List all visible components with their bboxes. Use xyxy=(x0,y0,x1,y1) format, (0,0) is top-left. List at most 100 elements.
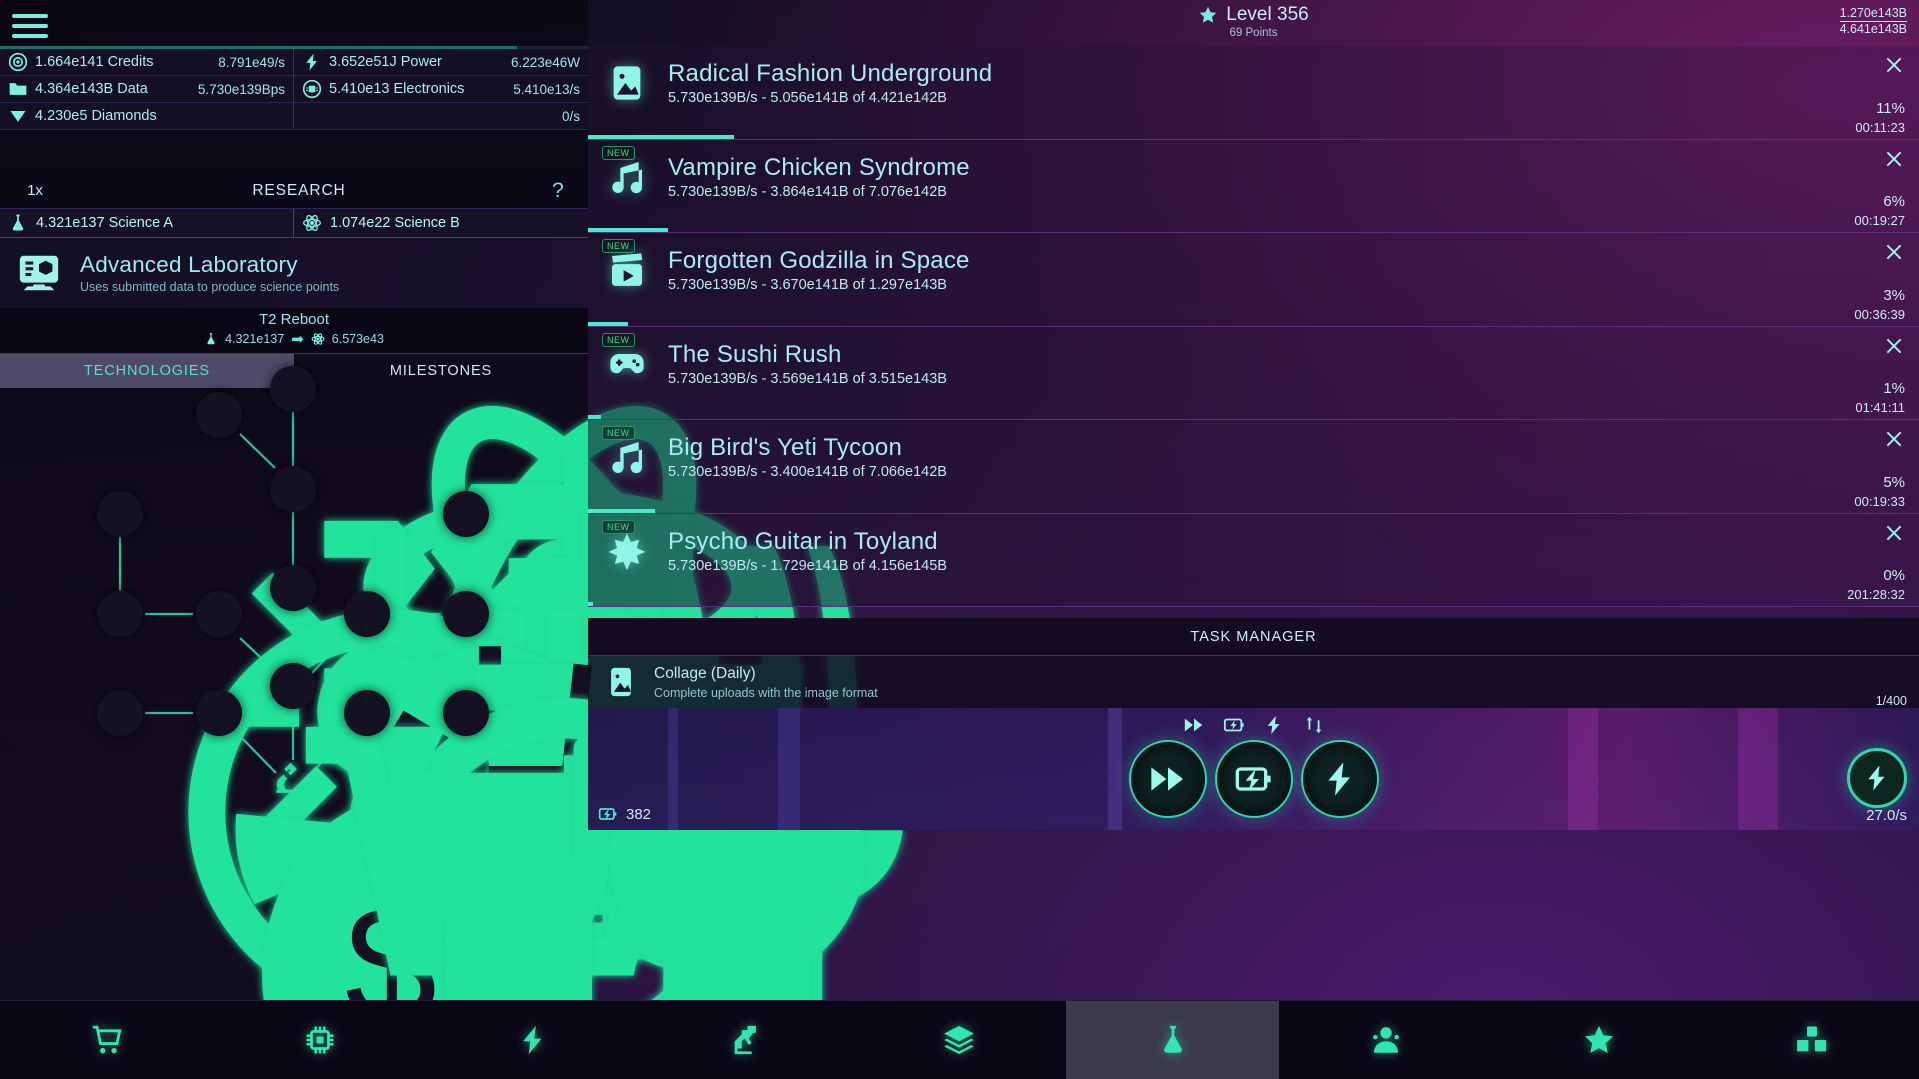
layers-icon xyxy=(942,1023,976,1057)
task-manager-header[interactable]: TASK MANAGER xyxy=(588,618,1919,656)
right-panel: Level 356 69 Points 1.270e143B 4.641e143… xyxy=(588,0,1919,1000)
item-percent: 3% xyxy=(1883,287,1905,304)
storage-total: 4.641e143B xyxy=(1840,22,1907,36)
image-icon xyxy=(604,665,638,699)
electronics-rate: 5.410e13/s xyxy=(513,82,580,97)
close-icon[interactable] xyxy=(1883,241,1905,263)
nav-hardware[interactable] xyxy=(213,1001,426,1079)
list-item[interactable]: NEW Forgotten Godzilla in Space 5.730e13… xyxy=(588,233,1919,327)
diamonds-rate: 0/s xyxy=(562,109,580,124)
fast-forward-icon[interactable] xyxy=(1183,714,1205,736)
item-subtitle: 5.730e139B/s - 5.056e141B of 4.421e142B xyxy=(668,90,992,106)
level-title-row: Level 356 xyxy=(588,4,1919,26)
power-boost-button[interactable] xyxy=(1301,740,1379,818)
resource-bar: 1.664e141 Credits 8.791e49/s 3.652e51J P… xyxy=(0,46,588,130)
science-a-label: 4.321e137 Science A xyxy=(36,215,173,231)
tech-node-solar-panel[interactable] xyxy=(344,591,390,637)
science-a[interactable]: 4.321e137 Science A xyxy=(0,209,294,237)
hamburger-icon[interactable] xyxy=(10,10,50,42)
battery-value: 382 xyxy=(626,806,651,823)
nav-shop[interactable] xyxy=(0,1001,213,1079)
diamond-icon xyxy=(8,106,28,126)
resource-row: 4.230e5 Diamonds 0/s xyxy=(0,103,588,130)
tech-node-shuffle[interactable] xyxy=(196,392,242,438)
resource-power[interactable]: 3.652e51J Power 6.223e46W xyxy=(294,49,588,75)
resource-data[interactable]: 4.364e143B Data 5.730e139Bps xyxy=(0,76,294,102)
tech-node-radiation[interactable] xyxy=(97,591,143,637)
tech-node-bulb[interactable] xyxy=(443,690,489,736)
item-progress-bar xyxy=(588,228,668,232)
nav-power[interactable] xyxy=(426,1001,639,1079)
tech-node-boxes[interactable] xyxy=(344,690,390,736)
nav-layers[interactable] xyxy=(853,1001,1066,1079)
nav-assets[interactable] xyxy=(1706,1001,1919,1079)
resource-diamonds[interactable]: 4.230e5 Diamonds xyxy=(0,103,294,129)
tech-node-turbine[interactable] xyxy=(443,591,489,637)
research-multiplier[interactable]: 1x xyxy=(0,182,70,199)
nav-levels[interactable] xyxy=(1493,1001,1706,1079)
close-icon[interactable] xyxy=(1883,54,1905,76)
list-item[interactable]: NEW The Sushi Rush 5.730e139B/s - 3.569e… xyxy=(588,327,1919,421)
arrow-right-icon: ➡ xyxy=(291,330,304,348)
spark-icon xyxy=(604,528,650,574)
tech-node-bug[interactable] xyxy=(97,491,143,537)
tech-node-cart[interactable] xyxy=(196,690,242,736)
left-panel: 1.664e141 Credits 8.791e49/s 3.652e51J P… xyxy=(0,0,588,1000)
task-count: 1/400 xyxy=(1876,694,1907,708)
fast-forward-icon xyxy=(1148,759,1188,799)
level-title: Level 356 xyxy=(1226,4,1308,26)
nav-home[interactable] xyxy=(640,1001,853,1079)
reboot-gain: 6.573e43 xyxy=(332,332,384,346)
item-title: Radical Fashion Underground xyxy=(668,60,992,88)
tech-node-brain[interactable] xyxy=(196,591,242,637)
item-progress-bar xyxy=(588,135,734,139)
item-time: 00:19:33 xyxy=(1854,494,1905,509)
resource-electronics[interactable]: 5.410e13 Electronics 5.410e13/s xyxy=(294,76,588,102)
rate-bolt-button[interactable] xyxy=(1847,748,1907,808)
image-icon xyxy=(604,60,650,106)
power-label: 3.652e51J Power xyxy=(329,54,442,70)
task-row[interactable]: Collage (Daily) Complete uploads with th… xyxy=(588,656,1919,708)
reboot-cost: 4.321e137 xyxy=(225,332,284,346)
battery-boost-button[interactable] xyxy=(1215,740,1293,818)
tech-tree[interactable]: $ xyxy=(0,388,588,830)
tab-technologies[interactable]: TECHNOLOGIES xyxy=(0,354,294,388)
tech-node-waves[interactable] xyxy=(443,491,489,537)
lab-desc: Uses submitted data to produce science p… xyxy=(80,280,339,294)
tech-node-microscope[interactable] xyxy=(270,758,316,804)
credits-rate: 8.791e49/s xyxy=(218,55,285,70)
list-item[interactable]: NEW Psycho Guitar in Toyland 5.730e139B/… xyxy=(588,514,1919,608)
item-time: 00:36:39 xyxy=(1854,307,1905,322)
lab-card[interactable]: Advanced Laboratory Uses submitted data … xyxy=(0,238,588,308)
list-item[interactable]: NEW Big Bird's Yeti Tycoon 5.730e139B/s … xyxy=(588,420,1919,514)
power-rate: 6.223e46W xyxy=(511,55,580,70)
flask-icon xyxy=(204,332,218,346)
close-icon[interactable] xyxy=(1883,335,1905,357)
reboot-panel[interactable]: T2 Reboot 4.321e137 ➡ 6.573e43 xyxy=(0,308,588,353)
item-subtitle: 5.730e139B/s - 3.864e141B of 7.076e142B xyxy=(668,184,970,200)
battery-bolt-icon[interactable] xyxy=(1223,714,1245,736)
science-b[interactable]: 1.074e22 Science B xyxy=(294,209,588,237)
star-icon xyxy=(1582,1023,1616,1057)
nav-staff[interactable] xyxy=(1279,1001,1492,1079)
list-item[interactable]: NEW Vampire Chicken Syndrome 5.730e139B/… xyxy=(588,140,1919,234)
help-icon[interactable]: ? xyxy=(528,179,588,203)
item-time: 00:11:23 xyxy=(1855,120,1905,135)
item-percent: 0% xyxy=(1883,567,1905,584)
close-icon[interactable] xyxy=(1883,428,1905,450)
close-icon[interactable] xyxy=(1883,148,1905,170)
close-icon[interactable] xyxy=(1883,522,1905,544)
item-percent: 1% xyxy=(1883,380,1905,397)
tech-node-money-bag[interactable]: $ xyxy=(97,690,143,736)
person-icon xyxy=(1369,1023,1403,1057)
nav-research[interactable] xyxy=(1066,1001,1279,1079)
item-time: 01:41:11 xyxy=(1855,400,1905,415)
data-rate: 5.730e139Bps xyxy=(198,82,285,97)
item-time: 201:28:32 xyxy=(1847,587,1905,602)
electronics-label: 5.410e13 Electronics xyxy=(329,81,464,97)
resource-credits[interactable]: 1.664e141 Credits 8.791e49/s xyxy=(0,49,294,75)
fast-forward-button[interactable] xyxy=(1129,740,1207,818)
sort-icon[interactable] xyxy=(1303,714,1325,736)
list-item[interactable]: Radical Fashion Underground 5.730e139B/s… xyxy=(588,46,1919,140)
bolt-icon[interactable] xyxy=(1263,714,1285,736)
